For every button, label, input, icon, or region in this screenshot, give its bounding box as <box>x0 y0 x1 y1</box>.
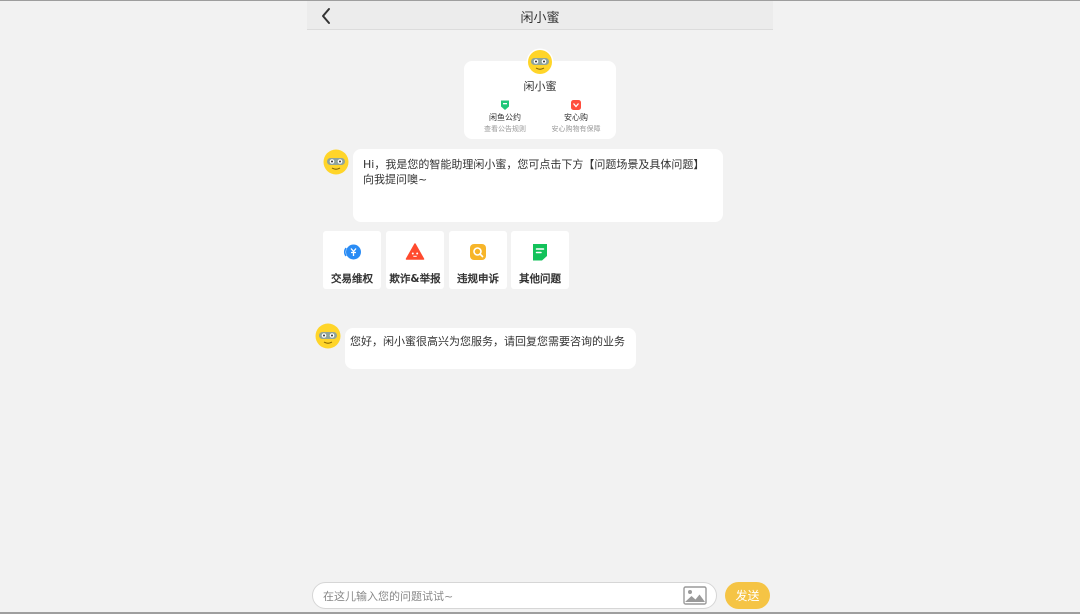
yuan-refund-icon <box>344 244 361 260</box>
search-appeal-icon <box>470 244 486 260</box>
card-link-title: 闲鱼公约 <box>489 113 521 122</box>
bot-avatar-icon <box>323 149 349 175</box>
quick-action-label: 其他问题 <box>519 273 561 285</box>
card-link-subtitle: 安心购物有保障 <box>551 125 601 133</box>
card-link-title: 安心购 <box>564 113 588 122</box>
quick-action-trade-rights[interactable]: 交易维权 <box>323 231 381 289</box>
bot-avatar-icon <box>315 323 341 349</box>
heart-badge-icon <box>571 100 581 110</box>
quick-action-other[interactable]: 其他问题 <box>511 231 569 289</box>
document-icon <box>533 244 547 261</box>
message-input[interactable] <box>321 586 685 607</box>
send-button[interactable]: 发送 <box>725 582 770 609</box>
shield-icon <box>501 100 509 110</box>
bot-avatar-icon <box>526 48 554 76</box>
bot-message: Hi，我是您的智能助理闲小蜜，您可点击下方【问题场景及具体问题】向我提问噢~ <box>353 149 723 222</box>
card-link-safe-buy[interactable]: 安心购 安心购物有保障 <box>538 99 614 134</box>
card-link-subtitle: 查看公告规则 <box>484 125 526 133</box>
quick-action-label: 欺诈&举报 <box>389 273 441 285</box>
quick-action-label: 违规申诉 <box>457 273 499 285</box>
warning-icon <box>405 243 425 260</box>
quick-action-label: 交易维权 <box>331 273 373 285</box>
message-composer <box>312 582 717 609</box>
bot-message: 您好，闲小蜜很高兴为您服务，请回复您需要咨询的业务 <box>345 328 636 369</box>
quick-action-violation-appeal[interactable]: 违规申诉 <box>449 231 507 289</box>
bot-name: 闲小蜜 <box>523 80 557 93</box>
image-icon[interactable] <box>683 586 707 605</box>
quick-action-fraud-report[interactable]: 欺诈&举报 <box>386 231 444 289</box>
page-title: 闲小蜜 <box>520 11 560 26</box>
chat-header: 闲小蜜 <box>307 1 773 30</box>
card-link-convention[interactable]: 闲鱼公约 查看公告规则 <box>467 99 543 134</box>
